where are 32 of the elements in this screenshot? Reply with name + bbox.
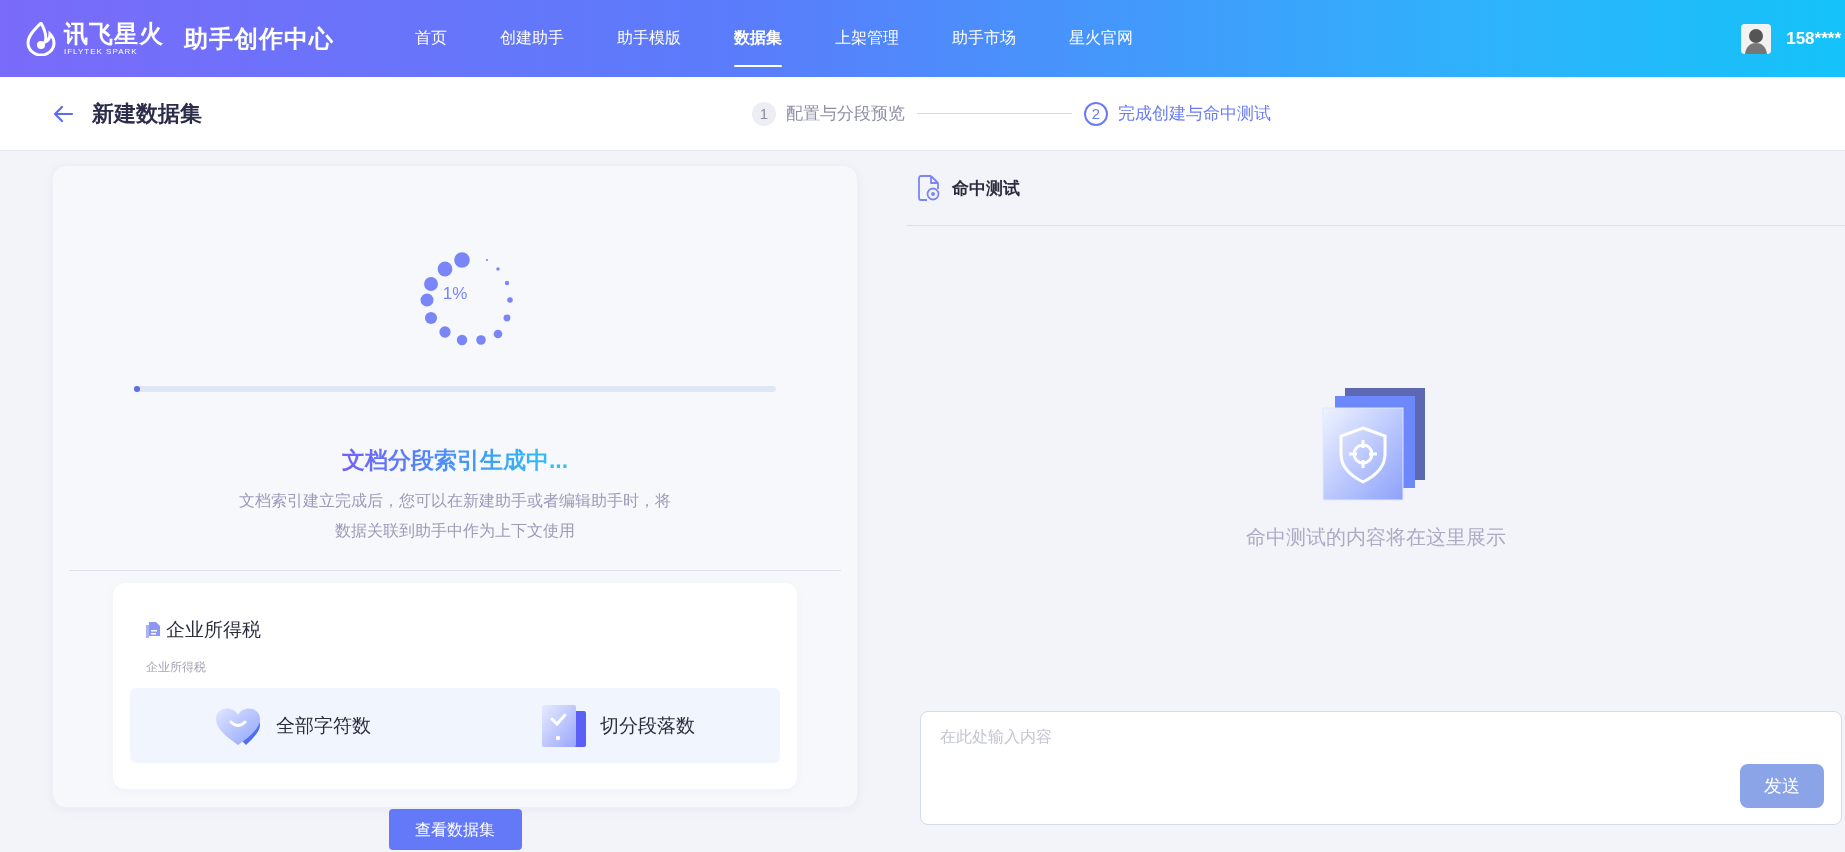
nav-tab[interactable]: 数据集 xyxy=(734,0,782,77)
document-icon xyxy=(146,622,160,638)
logo-text: 讯飞星火 xyxy=(64,21,164,46)
logo-subtext: IFLYTEK SPARK xyxy=(64,47,139,56)
progress-percent: 1% xyxy=(441,284,469,304)
document-target-icon xyxy=(918,175,940,201)
flame-logo-icon xyxy=(26,21,56,56)
step-label: 完成创建与命中测试 xyxy=(1118,103,1271,125)
progress-description: 文档索引建立完成后，您可以在新建助手或者编辑助手时，将数据关联到助手中作为上下文使用 xyxy=(239,491,671,541)
nav-tab[interactable]: 创建助手 xyxy=(500,0,564,77)
view-dataset-button[interactable]: 查看数据集 xyxy=(388,809,522,850)
message-input-field[interactable]: 在此处输入内容 发送 xyxy=(920,711,1842,825)
panel-title: 命中测试 xyxy=(952,177,1020,200)
stat-label: 切分段落数 xyxy=(600,713,695,738)
user-name[interactable]: 158**** xyxy=(1786,28,1841,49)
step-number: 2 xyxy=(1084,101,1108,126)
step-number: 1 xyxy=(752,101,776,126)
dataset-name: 企业所得税 xyxy=(166,618,261,642)
nav-tab[interactable]: 首页 xyxy=(415,0,447,77)
stat-label: 全部字符数 xyxy=(276,713,371,738)
step-label: 配置与分段预览 xyxy=(786,103,905,125)
nav-tab[interactable]: 助手市场 xyxy=(952,0,1016,77)
avatar-icon[interactable] xyxy=(1741,23,1772,54)
dataset-description: 企业所得税 xyxy=(146,659,207,676)
empty-state-text: 命中测试的内容将在这里展示 xyxy=(1245,525,1506,550)
clipboard-check-icon xyxy=(540,702,588,749)
send-button[interactable]: 发送 xyxy=(1740,764,1824,808)
nav-tab[interactable]: 助手模版 xyxy=(617,0,681,77)
nav-tab[interactable]: 上架管理 xyxy=(835,0,899,77)
page-title: 新建数据集 xyxy=(92,99,202,128)
nav-tab[interactable]: 星火官网 xyxy=(1069,0,1133,77)
product-title: 助手创作中心 xyxy=(184,23,334,54)
